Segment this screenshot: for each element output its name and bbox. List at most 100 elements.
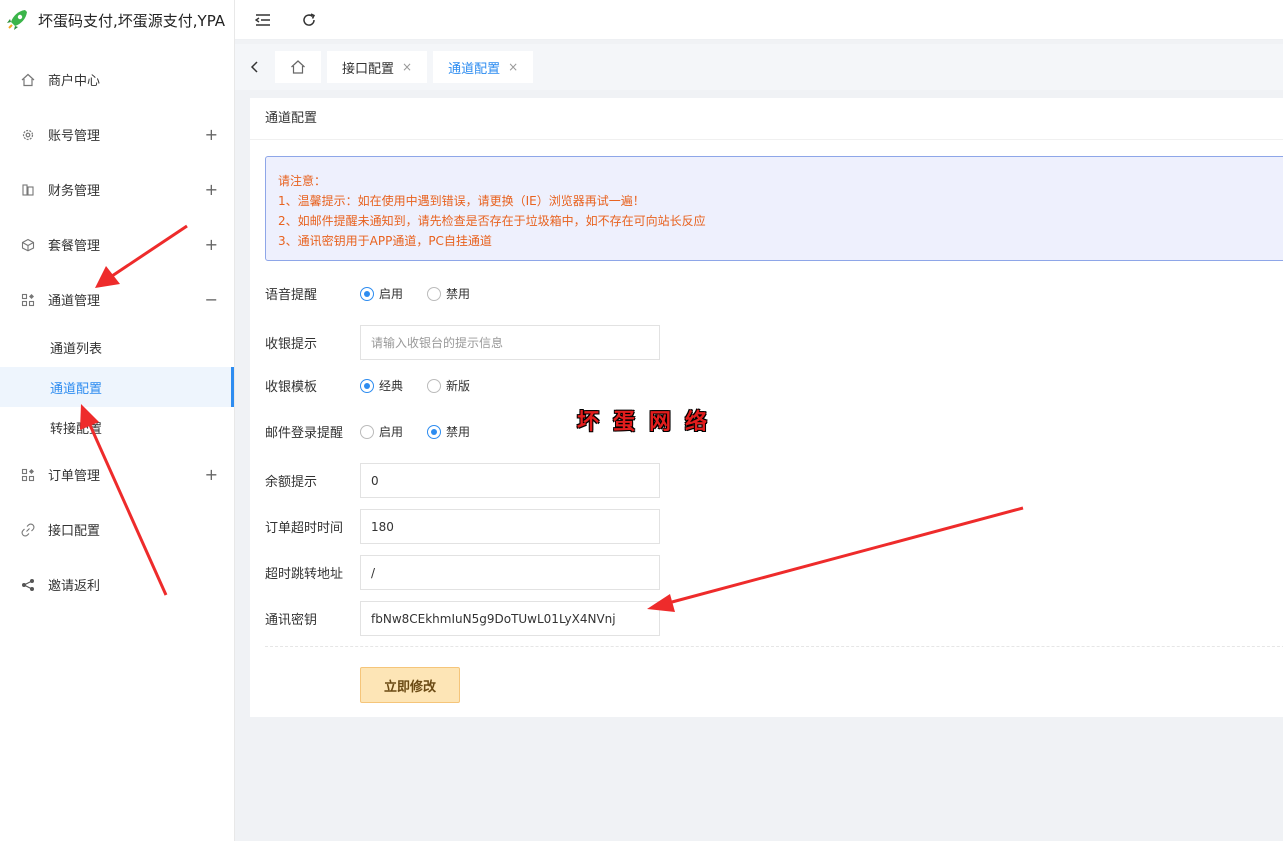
close-icon[interactable]: × xyxy=(508,60,518,74)
rocket-logo-icon xyxy=(7,10,27,30)
radio-label: 启用 xyxy=(379,287,404,301)
sidebar-item-package[interactable]: 套餐管理 + xyxy=(0,217,234,272)
mail-login-row: 邮件登录提醒 启用 禁用 xyxy=(265,414,494,449)
sidebar-item-label: 套餐管理 xyxy=(48,239,101,254)
notice-box: 请注意： 1、温馨提示：如在使用中遇到错误，请更换（IE）浏览器再试一遍！ 2、… xyxy=(265,156,1283,261)
comm-key-row: 通讯密钥 xyxy=(265,601,660,636)
mail-enable-radio[interactable]: 启用 xyxy=(360,423,403,440)
mail-login-radios: 启用 禁用 xyxy=(360,423,494,440)
radio-circle xyxy=(360,286,374,301)
notice-line: 2、如邮件提醒未通知到，请先检查是否存在于垃圾箱中，如不存在可向站长反应 xyxy=(278,214,706,228)
template-classic-radio[interactable]: 经典 xyxy=(360,377,403,394)
chevron-left-icon[interactable] xyxy=(235,44,275,90)
sidebar-item-label: 账号管理 xyxy=(48,129,101,144)
sidebar-item-label: 接口配置 xyxy=(48,524,101,539)
radio-circle xyxy=(360,424,374,439)
sidebar-subitem-channel-list[interactable]: 通道列表 xyxy=(0,327,234,367)
timeout-redirect-row: 超时跳转地址 xyxy=(265,555,660,590)
sidebar: 坏蛋码支付,坏蛋源支付,YPA 商户中心 账号管理 + 财务管理 + 套餐管理 … xyxy=(0,0,235,841)
tab-api-config[interactable]: 接口配置 × xyxy=(327,51,428,83)
tab-home[interactable] xyxy=(275,51,321,83)
cashier-tip-input[interactable] xyxy=(360,325,660,360)
balance-input[interactable] xyxy=(360,463,660,498)
notice-line: 3、通讯密钥用于APP通道，PC自挂通道 xyxy=(278,234,492,248)
balance-label: 余额提示 xyxy=(265,475,318,490)
radio-label: 禁用 xyxy=(446,425,471,439)
sidebar-item-account[interactable]: 账号管理 + xyxy=(0,107,234,162)
gear-icon xyxy=(20,127,36,143)
radio-circle xyxy=(427,378,442,393)
expand-icon[interactable]: + xyxy=(205,125,218,144)
balance-row: 余额提示 xyxy=(265,463,660,498)
menu-fold-icon[interactable] xyxy=(253,10,273,30)
close-icon[interactable]: × xyxy=(402,60,412,74)
sidebar-item-orders[interactable]: 订单管理 + xyxy=(0,447,234,502)
voice-disable-radio[interactable]: 禁用 xyxy=(427,285,470,302)
cashier-template-label: 收银模板 xyxy=(265,380,318,395)
collapse-icon[interactable]: − xyxy=(205,290,218,309)
brand[interactable]: 坏蛋码支付,坏蛋源支付,YPA xyxy=(0,0,234,40)
ledger-icon xyxy=(20,182,36,198)
sidebar-subitem-transfer-config[interactable]: 转接配置 xyxy=(0,407,234,447)
cube-icon xyxy=(20,237,36,253)
radio-label: 启用 xyxy=(379,425,404,439)
apps-icon xyxy=(20,467,36,483)
expand-icon[interactable]: + xyxy=(205,180,218,199)
home-icon xyxy=(20,72,36,88)
tab-label: 接口配置 xyxy=(342,61,395,77)
sidebar-item-label: 邀请返利 xyxy=(48,579,101,594)
sidebar-item-channel[interactable]: 通道管理 − xyxy=(0,272,234,327)
sidebar-item-merchant-center[interactable]: 商户中心 xyxy=(0,52,234,107)
voice-reminder-radios: 启用 禁用 xyxy=(360,285,494,302)
radio-circle xyxy=(427,424,442,439)
cashier-template-radios: 经典 新版 xyxy=(360,377,494,394)
home-icon xyxy=(291,60,305,74)
notice-line: 1、温馨提示：如在使用中遇到错误，请更换（IE）浏览器再试一遍！ xyxy=(278,194,645,208)
sidebar-subitem-channel-config[interactable]: 通道配置 xyxy=(0,367,234,407)
sidebar-item-api-config[interactable]: 接口配置 xyxy=(0,502,234,557)
sidebar-item-label: 商户中心 xyxy=(48,74,101,89)
sidebar-item-label: 财务管理 xyxy=(48,184,101,199)
form-divider xyxy=(265,646,1283,647)
share-icon xyxy=(20,577,36,593)
apps-icon xyxy=(20,292,36,308)
comm-key-label: 通讯密钥 xyxy=(265,613,318,628)
radio-label: 经典 xyxy=(379,379,404,393)
expand-icon[interactable]: + xyxy=(205,465,218,484)
radio-circle xyxy=(360,378,374,393)
voice-enable-radio[interactable]: 启用 xyxy=(360,285,403,302)
cashier-tip-row: 收银提示 xyxy=(265,325,660,360)
refresh-icon[interactable] xyxy=(299,10,319,30)
cashier-template-row: 收银模板 经典 新版 xyxy=(265,368,494,403)
radio-label: 新版 xyxy=(446,379,471,393)
cashier-tip-label: 收银提示 xyxy=(265,337,318,352)
mail-disable-radio[interactable]: 禁用 xyxy=(427,423,470,440)
sidebar-item-referral[interactable]: 邀请返利 xyxy=(0,557,234,612)
template-new-radio[interactable]: 新版 xyxy=(427,377,470,394)
sidebar-menu: 商户中心 账号管理 + 财务管理 + 套餐管理 + 通道管理 − 通道列表 通道… xyxy=(0,52,234,612)
comm-key-input[interactable] xyxy=(360,601,660,636)
voice-reminder-label: 语音提醒 xyxy=(265,288,318,303)
order-timeout-label: 订单超时时间 xyxy=(265,521,344,536)
mail-login-label: 邮件登录提醒 xyxy=(265,426,344,441)
order-timeout-row: 订单超时时间 xyxy=(265,509,660,544)
timeout-redirect-label: 超时跳转地址 xyxy=(265,567,344,582)
sidebar-item-finance[interactable]: 财务管理 + xyxy=(0,162,234,217)
tab-channel-config[interactable]: 通道配置 × xyxy=(433,51,534,83)
tab-label: 通道配置 xyxy=(448,61,501,77)
radio-label: 禁用 xyxy=(446,287,471,301)
expand-icon[interactable]: + xyxy=(205,235,218,254)
brand-title: 坏蛋码支付,坏蛋源支付,YPA xyxy=(38,11,226,30)
notice-line: 请注意： xyxy=(278,174,327,188)
channel-submenu: 通道列表 通道配置 转接配置 xyxy=(0,327,234,447)
sidebar-item-label: 通道管理 xyxy=(48,294,101,309)
voice-reminder-row: 语音提醒 启用 禁用 xyxy=(265,276,494,311)
sidebar-item-label: 订单管理 xyxy=(48,469,101,484)
timeout-redirect-input[interactable] xyxy=(360,555,660,590)
watermark: 坏蛋网络 xyxy=(577,410,722,435)
link-icon xyxy=(20,522,36,538)
submit-button[interactable]: 立即修改 xyxy=(360,667,460,703)
order-timeout-input[interactable] xyxy=(360,509,660,544)
radio-circle xyxy=(427,286,442,301)
card-title: 通道配置 xyxy=(250,98,1283,140)
